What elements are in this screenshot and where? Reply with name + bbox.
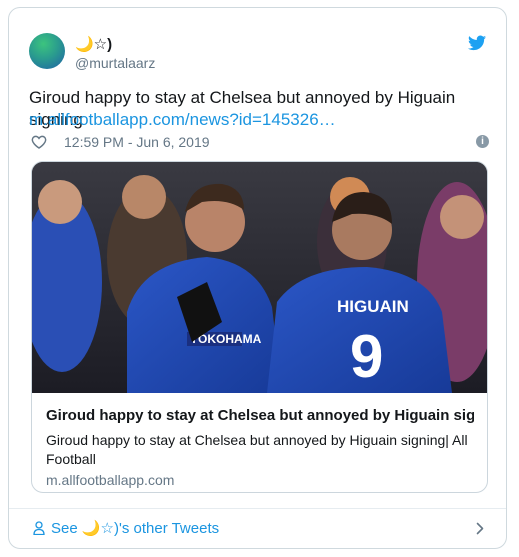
avatar[interactable] — [29, 33, 65, 69]
author-display-name[interactable]: 🌙☆) — [75, 35, 112, 53]
card-title[interactable]: Giroud happy to stay at Chelsea but anno… — [46, 407, 474, 424]
heart-icon[interactable] — [31, 135, 47, 149]
tweet-meta: 12:59 PM - Jun 6, 2019 i — [29, 132, 489, 152]
card-image[interactable]: YOKOHAMA HIGUAIN 9 — [32, 162, 488, 393]
card-description: Giroud happy to stay at Chelsea but anno… — [46, 432, 468, 467]
card-domain: m.allfootballapp.com — [46, 472, 175, 488]
twitter-bird-icon[interactable] — [468, 35, 486, 51]
link-card[interactable]: YOKOHAMA HIGUAIN 9 Giroud happy to stay … — [31, 161, 488, 493]
author-handle[interactable]: @murtalaarz — [75, 55, 155, 71]
see-other-tweets-link[interactable]: See 🌙☆)'s other Tweets — [51, 519, 219, 537]
shirt-name-text: HIGUAIN — [337, 297, 409, 316]
chevron-right-icon[interactable] — [476, 522, 484, 535]
embedded-tweet: 🌙☆) @murtalaarz Giroud happy to stay at … — [8, 7, 507, 549]
info-icon[interactable]: i — [476, 135, 489, 148]
footer[interactable]: See 🌙☆)'s other Tweets — [9, 509, 506, 549]
tweet-timestamp[interactable]: 12:59 PM - Jun 6, 2019 — [64, 134, 210, 150]
person-icon — [33, 521, 45, 535]
shirt-number-text: 9 — [350, 323, 383, 390]
tweet-link[interactable]: m.allfootballapp.com/news?id=145326… — [29, 109, 336, 131]
